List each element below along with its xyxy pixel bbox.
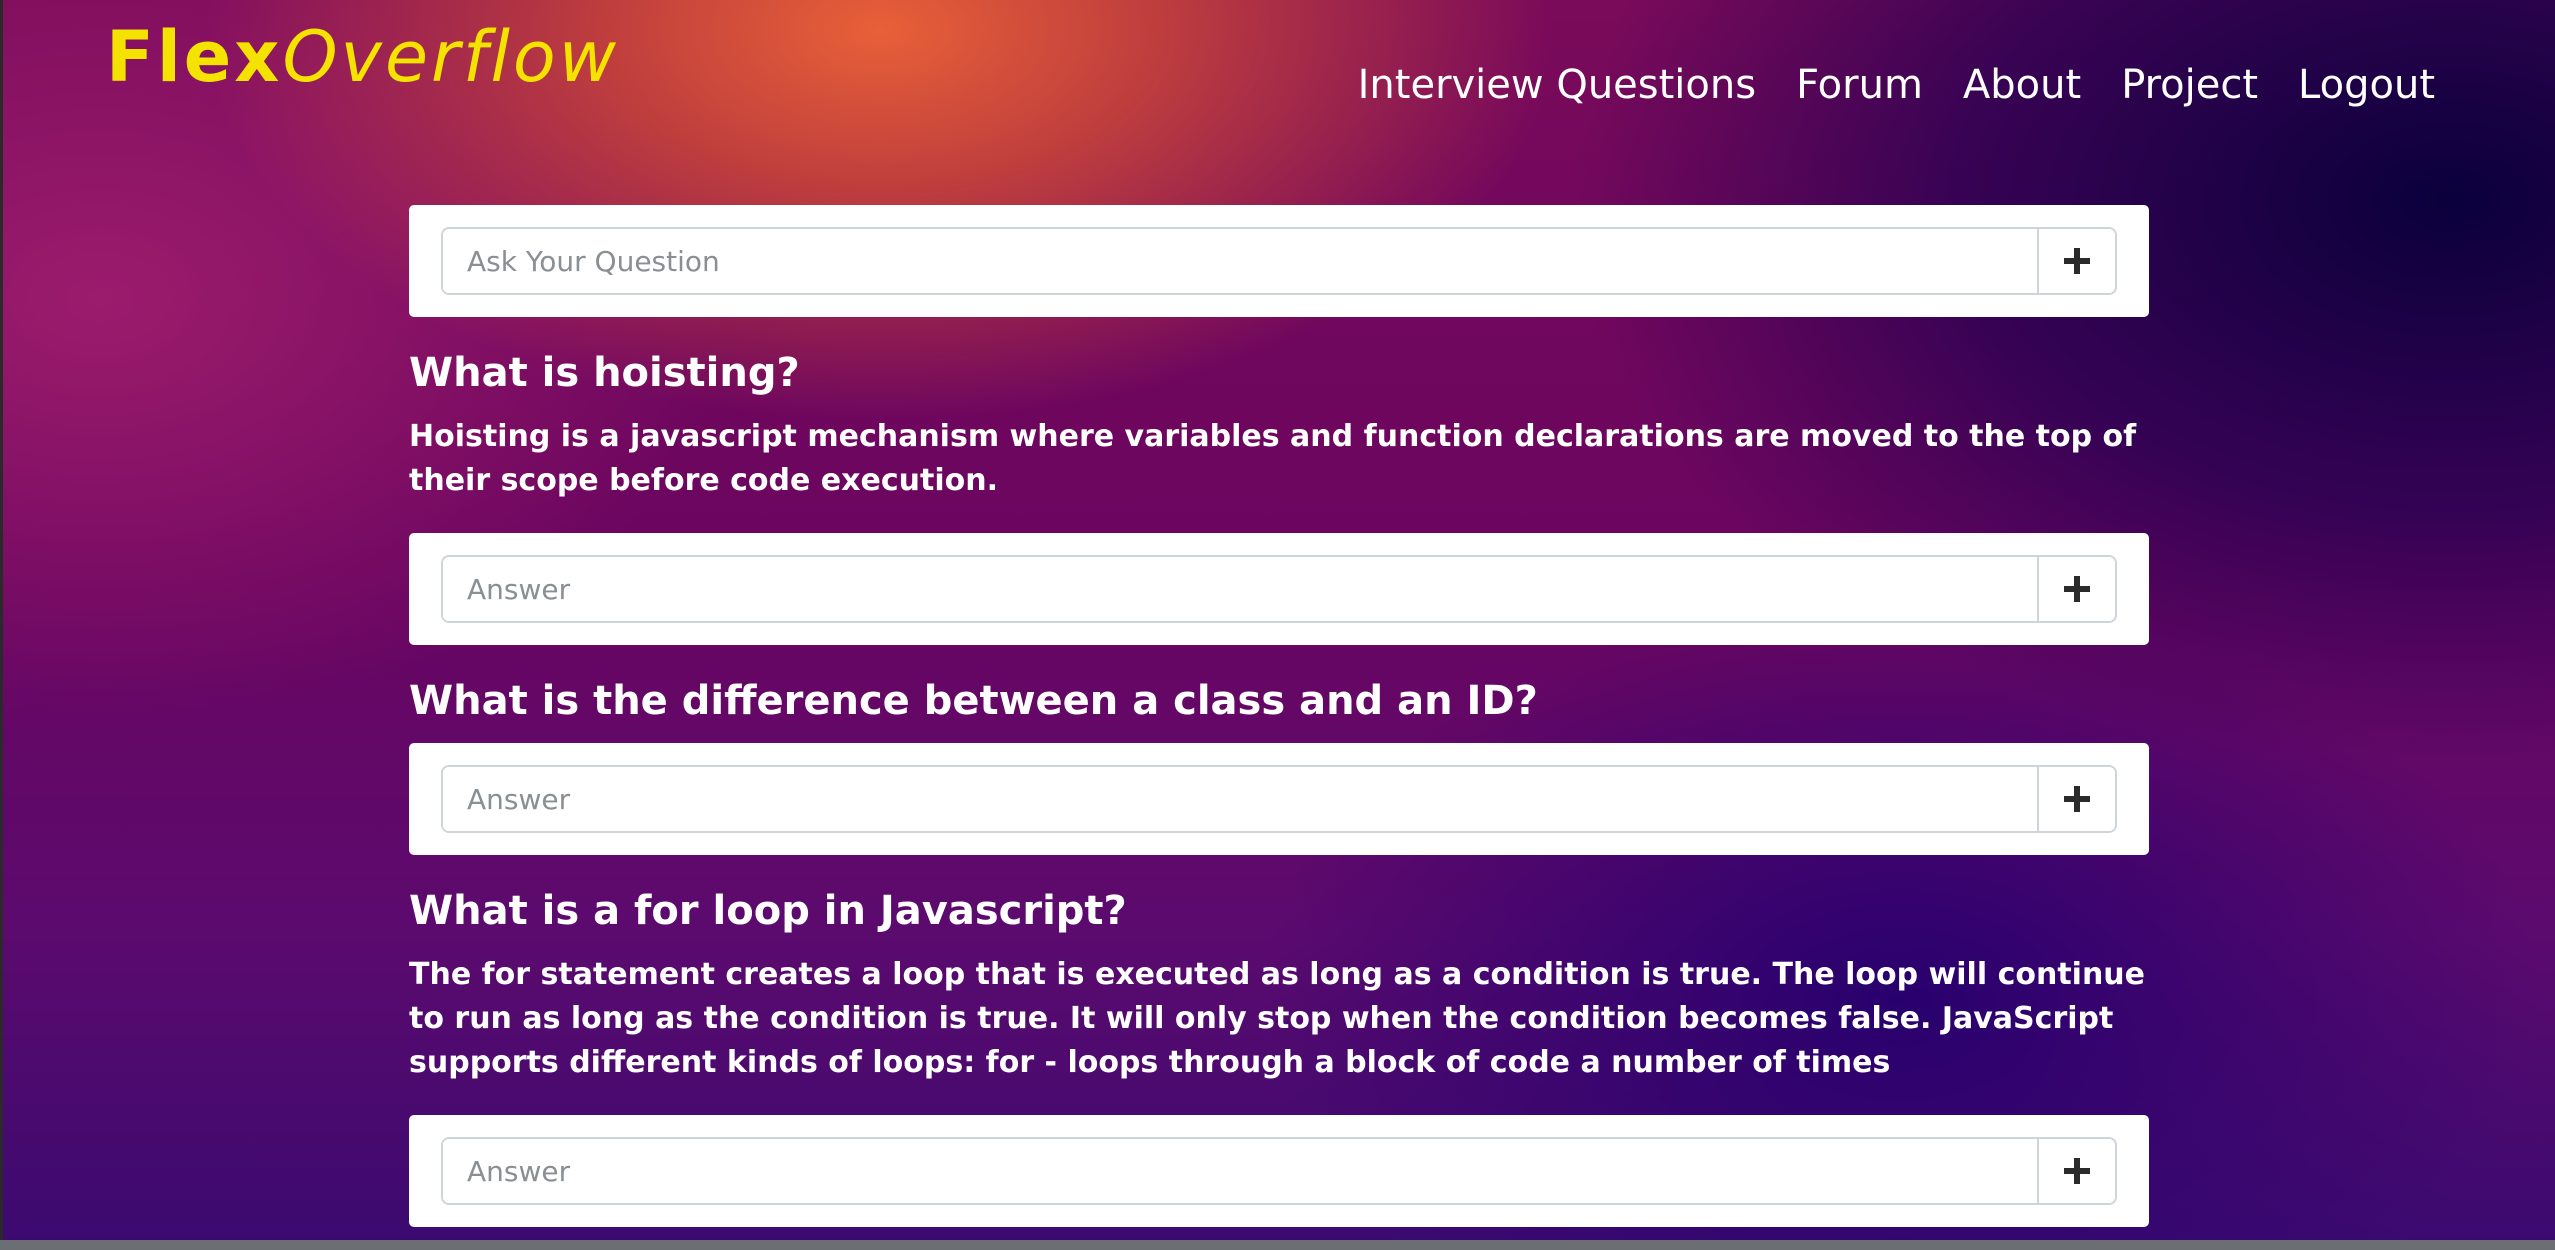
add-answer-button[interactable] bbox=[2037, 1139, 2115, 1203]
ask-question-input[interactable] bbox=[443, 229, 2037, 293]
ask-question-card bbox=[409, 205, 2149, 317]
answer-input-group bbox=[441, 555, 2117, 623]
nav-item-logout[interactable]: Logout bbox=[2298, 62, 2435, 108]
brand-logo-part1: Flex bbox=[106, 16, 283, 98]
plus-icon bbox=[2064, 786, 2090, 812]
add-answer-button[interactable] bbox=[2037, 557, 2115, 621]
add-answer-button[interactable] bbox=[2037, 767, 2115, 831]
answer-input[interactable] bbox=[443, 767, 2037, 831]
window-left-edge bbox=[0, 0, 3, 1250]
brand-logo[interactable]: FlexOverflow bbox=[106, 22, 619, 92]
plus-icon bbox=[2064, 576, 2090, 602]
answer-card bbox=[409, 743, 2149, 855]
plus-icon bbox=[2064, 248, 2090, 274]
answer-input-group bbox=[441, 765, 2117, 833]
brand-logo-part2: Overflow bbox=[282, 16, 619, 98]
question-title: What is hoisting? bbox=[409, 350, 800, 396]
answer-input[interactable] bbox=[443, 557, 2037, 621]
answer-card bbox=[409, 1115, 2149, 1227]
answer-text: Hoisting is a javascript mechanism where… bbox=[409, 419, 2137, 498]
question-title: What is the difference between a class a… bbox=[409, 678, 1538, 724]
answer-card bbox=[409, 533, 2149, 645]
ask-question-button[interactable] bbox=[2037, 229, 2115, 293]
nav-item-about[interactable]: About bbox=[1963, 62, 2081, 108]
nav-item-project[interactable]: Project bbox=[2121, 62, 2258, 108]
answer-input[interactable] bbox=[443, 1139, 2037, 1203]
main-nav: Interview Questions Forum About Project … bbox=[1358, 62, 2435, 108]
nav-item-interview-questions[interactable]: Interview Questions bbox=[1358, 62, 1756, 108]
answer-text: The for statement creates a loop that is… bbox=[409, 957, 2146, 1080]
questions-feed: What is hoisting? Hoisting is a javascri… bbox=[409, 205, 2149, 1227]
answer-input-group bbox=[441, 1137, 2117, 1205]
ask-question-group bbox=[441, 227, 2117, 295]
window-bottom-edge bbox=[0, 1240, 2555, 1250]
plus-icon bbox=[2064, 1158, 2090, 1184]
nav-item-forum[interactable]: Forum bbox=[1796, 62, 1923, 108]
question-title: What is a for loop in Javascript? bbox=[409, 888, 1127, 934]
